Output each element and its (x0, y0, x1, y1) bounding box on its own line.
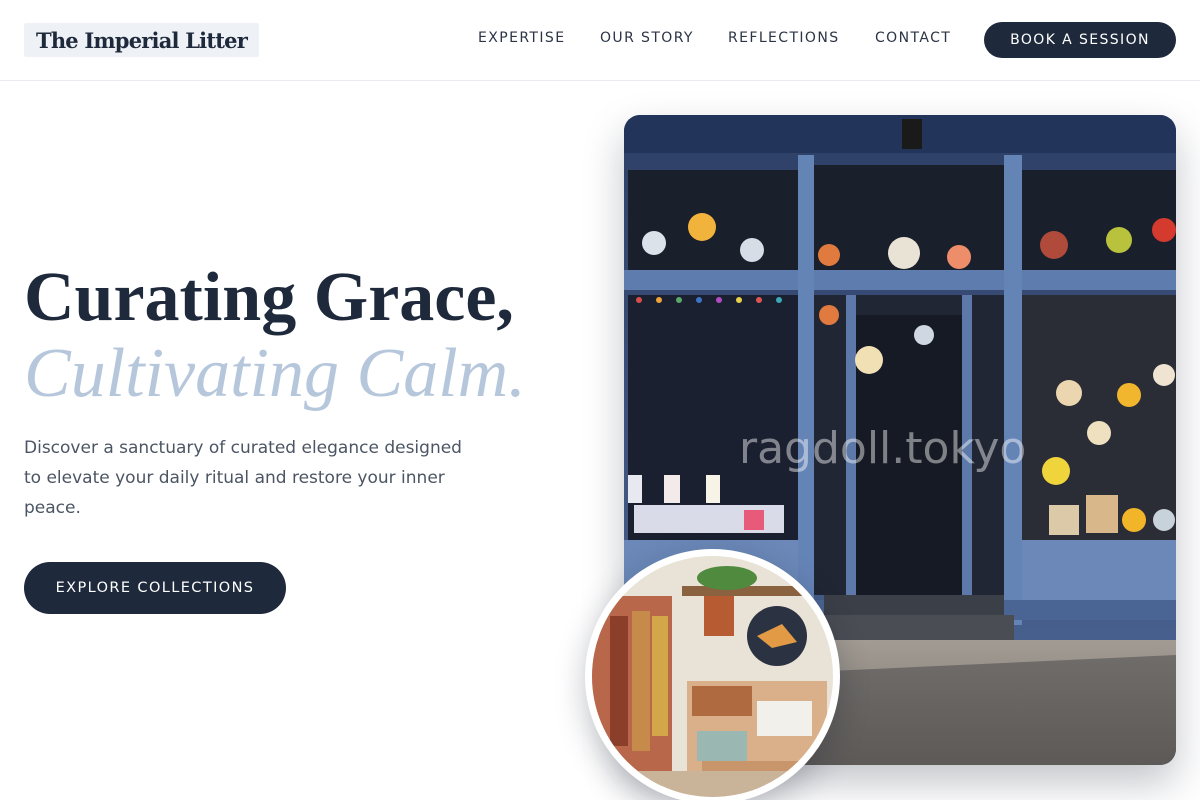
explore-collections-button[interactable]: EXPLORE COLLECTIONS (24, 562, 286, 614)
hero-headline: Curating Grace, (24, 259, 514, 336)
nav-link-expertise[interactable]: EXPERTISE (478, 30, 565, 46)
logo[interactable]: The Imperial Litter (24, 23, 259, 57)
hero-headline-accent: Cultivating Calm. (24, 335, 526, 412)
hero-description: Discover a sanctuary of curated elegance… (24, 438, 462, 518)
watermark-text: ragdoll.tokyo (739, 423, 1026, 474)
nav-link-contact[interactable]: CONTACT (875, 30, 951, 46)
nav-link-reflections[interactable]: REFLECTIONS (728, 30, 840, 46)
logo-text: The Imperial Litter (36, 27, 248, 53)
shop-interior-photo (585, 549, 840, 800)
book-session-button[interactable]: BOOK A SESSION (984, 22, 1176, 58)
nav-link-our-story[interactable]: OUR STORY (600, 30, 694, 46)
site-header: The Imperial Litter EXPERTISE OUR STORY … (0, 0, 1200, 81)
